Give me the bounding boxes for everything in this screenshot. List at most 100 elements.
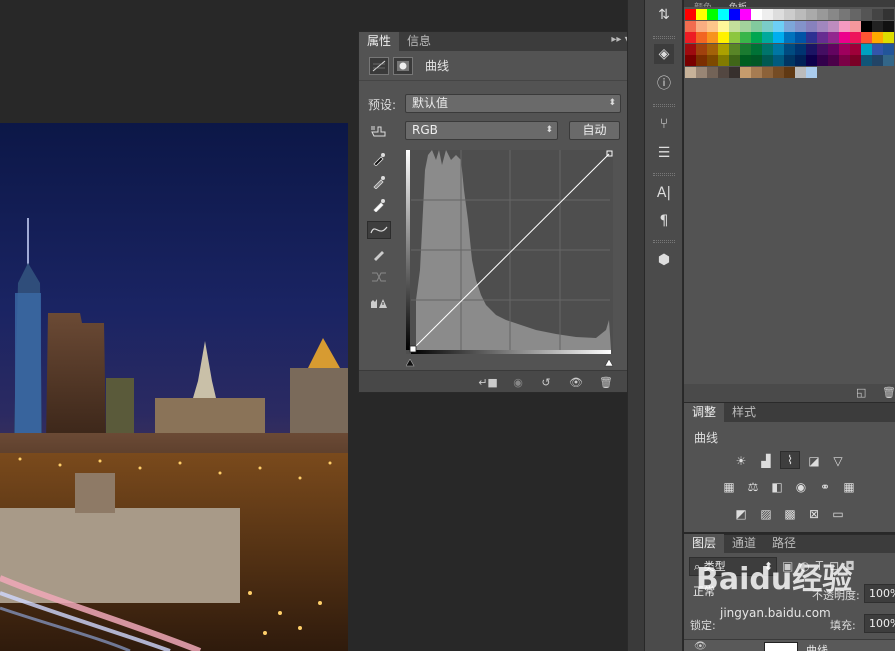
brush-presets-icon[interactable]: ⑂ xyxy=(654,114,674,134)
color-swatch[interactable] xyxy=(872,32,883,43)
color-swatch[interactable] xyxy=(718,66,729,78)
auto-button[interactable]: 自动 xyxy=(569,121,620,140)
color-swatch[interactable] xyxy=(850,43,861,55)
color-swatch[interactable] xyxy=(883,55,894,66)
color-swatch[interactable] xyxy=(872,55,883,66)
invert-icon[interactable]: ◩ xyxy=(732,506,750,522)
character-icon[interactable]: A| xyxy=(654,183,674,203)
color-swatch[interactable] xyxy=(729,66,740,78)
selective-color-icon[interactable]: ⊠ xyxy=(805,506,823,522)
channel-select[interactable]: RGB ⬍ xyxy=(405,121,558,140)
color-swatch[interactable] xyxy=(795,20,806,32)
visibility-eye-icon[interactable]: 👁 xyxy=(567,374,585,390)
paragraph-icon[interactable]: ¶ xyxy=(654,211,674,231)
color-swatch[interactable] xyxy=(729,43,740,55)
color-swatch[interactable] xyxy=(784,20,795,32)
color-swatch[interactable] xyxy=(828,20,839,32)
color-swatch[interactable] xyxy=(685,9,696,20)
view-previous-state-icon[interactable]: ◉ xyxy=(509,374,527,390)
tab-layers[interactable]: 图层 xyxy=(684,534,725,553)
color-swatch[interactable] xyxy=(872,20,883,32)
color-swatch[interactable] xyxy=(850,20,861,32)
color-swatch[interactable] xyxy=(751,32,762,43)
brightness-contrast-icon[interactable]: ☀ xyxy=(732,453,750,469)
color-swatch[interactable] xyxy=(696,9,707,20)
color-swatch[interactable] xyxy=(784,66,795,78)
info-icon[interactable]: ⓘ xyxy=(654,73,674,93)
color-swatch[interactable] xyxy=(806,32,817,43)
color-swatch[interactable] xyxy=(806,9,817,20)
color-swatch[interactable] xyxy=(762,20,773,32)
color-swatch[interactable] xyxy=(718,43,729,55)
tab-swatches[interactable]: 色板 xyxy=(729,3,747,7)
color-swatch[interactable] xyxy=(883,9,894,20)
color-swatch[interactable] xyxy=(817,20,828,32)
color-swatch[interactable] xyxy=(839,9,850,20)
exposure-icon[interactable]: ◪ xyxy=(805,453,823,469)
3d-properties-icon[interactable]: ◈ xyxy=(654,44,674,64)
color-swatch[interactable] xyxy=(861,9,872,20)
color-swatch[interactable] xyxy=(861,32,872,43)
tab-color[interactable]: 颜色 xyxy=(694,3,712,7)
color-swatch[interactable] xyxy=(762,55,773,66)
color-swatch[interactable] xyxy=(718,9,729,20)
color-swatch[interactable] xyxy=(707,55,718,66)
draw-pencil-icon[interactable] xyxy=(369,245,389,263)
color-swatch[interactable] xyxy=(718,32,729,43)
color-swatch[interactable] xyxy=(685,32,696,43)
color-swatch[interactable] xyxy=(685,66,696,78)
fill-input[interactable]: 100% xyxy=(864,614,895,633)
trash-icon[interactable]: 🗑 xyxy=(597,374,615,390)
color-balance-icon[interactable]: ⚖ xyxy=(744,479,762,495)
color-swatch[interactable] xyxy=(784,55,795,66)
color-swatch[interactable] xyxy=(817,32,828,43)
curves-graph[interactable] xyxy=(406,150,613,354)
edit-points-curve-icon[interactable] xyxy=(367,221,391,239)
color-swatch[interactable] xyxy=(806,20,817,32)
color-swatch[interactable] xyxy=(696,66,707,78)
on-image-adjust-hand-icon[interactable] xyxy=(369,122,389,140)
color-swatch[interactable] xyxy=(718,55,729,66)
color-swatch[interactable] xyxy=(740,43,751,55)
color-swatch[interactable] xyxy=(806,55,817,66)
color-swatch[interactable] xyxy=(806,43,817,55)
color-swatch[interactable] xyxy=(773,20,784,32)
reset-icon[interactable]: ↺ xyxy=(537,374,555,390)
color-swatch[interactable] xyxy=(817,43,828,55)
tab-channels[interactable]: 通道 xyxy=(724,534,764,553)
tab-properties[interactable]: 属性 xyxy=(359,32,400,51)
color-swatch[interactable] xyxy=(839,20,850,32)
color-swatch[interactable] xyxy=(872,9,883,20)
color-swatch[interactable] xyxy=(817,55,828,66)
visibility-eye-icon[interactable]: 👁 xyxy=(694,641,707,651)
history-icon[interactable]: ⇅ xyxy=(654,5,674,25)
color-swatch[interactable] xyxy=(861,55,872,66)
color-swatch[interactable] xyxy=(685,55,696,66)
color-swatch[interactable] xyxy=(696,43,707,55)
color-swatch[interactable] xyxy=(795,55,806,66)
black-white-icon[interactable]: ◧ xyxy=(768,479,786,495)
clipping-warning-icon[interactable] xyxy=(369,294,389,312)
color-swatch[interactable] xyxy=(817,9,828,20)
color-swatch[interactable] xyxy=(729,55,740,66)
color-swatch[interactable] xyxy=(784,32,795,43)
color-swatch[interactable] xyxy=(784,43,795,55)
document-canvas[interactable] xyxy=(0,123,348,651)
color-swatch[interactable] xyxy=(828,43,839,55)
color-swatch[interactable] xyxy=(729,32,740,43)
curves-icon[interactable]: ⌇ xyxy=(780,451,800,469)
color-swatch[interactable] xyxy=(751,43,762,55)
sample-gray-point-eyedropper-icon[interactable] xyxy=(369,173,389,191)
color-swatch[interactable] xyxy=(685,43,696,55)
color-swatch[interactable] xyxy=(883,43,894,55)
color-swatch[interactable] xyxy=(850,55,861,66)
color-swatch[interactable] xyxy=(696,32,707,43)
sample-white-point-eyedropper-icon[interactable] xyxy=(369,196,389,214)
color-swatch[interactable] xyxy=(751,20,762,32)
trash-icon[interactable]: 🗑 xyxy=(882,386,895,399)
color-swatch[interactable] xyxy=(773,66,784,78)
color-swatch[interactable] xyxy=(751,55,762,66)
posterize-icon[interactable]: ▨ xyxy=(757,506,775,522)
color-swatch[interactable] xyxy=(839,32,850,43)
opacity-input[interactable]: 100% xyxy=(864,584,895,603)
